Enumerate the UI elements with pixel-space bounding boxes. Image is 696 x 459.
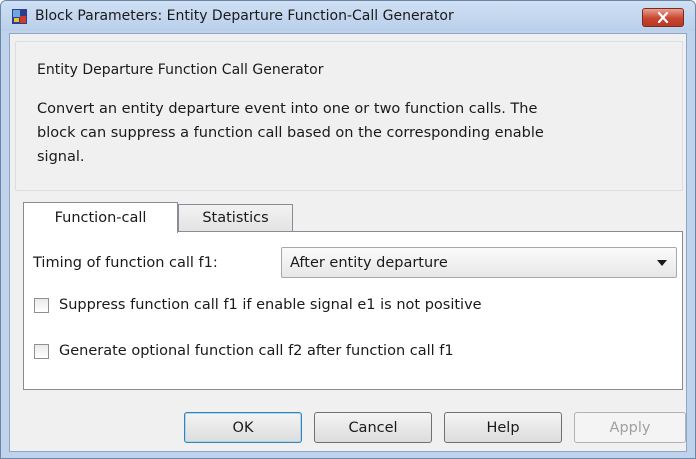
generate-f2-checkbox[interactable] <box>34 344 49 359</box>
description-line: block can suppress a function call based… <box>37 125 544 141</box>
block-description: Convert an entity departure event into o… <box>37 97 677 169</box>
close-icon <box>657 8 669 27</box>
simulink-block-icon <box>11 8 28 25</box>
title-bar[interactable]: Block Parameters: Entity Departure Funct… <box>1 1 695 31</box>
timing-dropdown-value: After entity departure <box>290 255 448 271</box>
timing-label: Timing of function call f1: <box>33 255 218 271</box>
timing-dropdown[interactable]: After entity departure <box>281 247 677 278</box>
apply-button[interactable]: Apply <box>574 412 686 443</box>
help-button[interactable]: Help <box>444 412 562 443</box>
tab-function-call[interactable]: Function-call <box>23 202 178 233</box>
dialog-window: Block Parameters: Entity Departure Funct… <box>0 0 696 459</box>
cancel-button[interactable]: Cancel <box>314 412 432 443</box>
suppress-f1-checkbox[interactable] <box>34 298 49 313</box>
window-title: Block Parameters: Entity Departure Funct… <box>35 8 454 24</box>
chevron-down-icon <box>657 260 667 266</box>
description-line: Convert an entity departure event into o… <box>37 101 538 117</box>
ok-button[interactable]: OK <box>184 412 302 443</box>
description-line: signal. <box>37 149 85 165</box>
tab-statistics[interactable]: Statistics <box>178 204 293 232</box>
suppress-f1-label[interactable]: Suppress function call f1 if enable sign… <box>59 297 482 313</box>
generate-f2-label[interactable]: Generate optional function call f2 after… <box>59 343 454 359</box>
description-group-title: Entity Departure Function Call Generator <box>33 62 328 78</box>
close-button[interactable] <box>642 8 684 27</box>
